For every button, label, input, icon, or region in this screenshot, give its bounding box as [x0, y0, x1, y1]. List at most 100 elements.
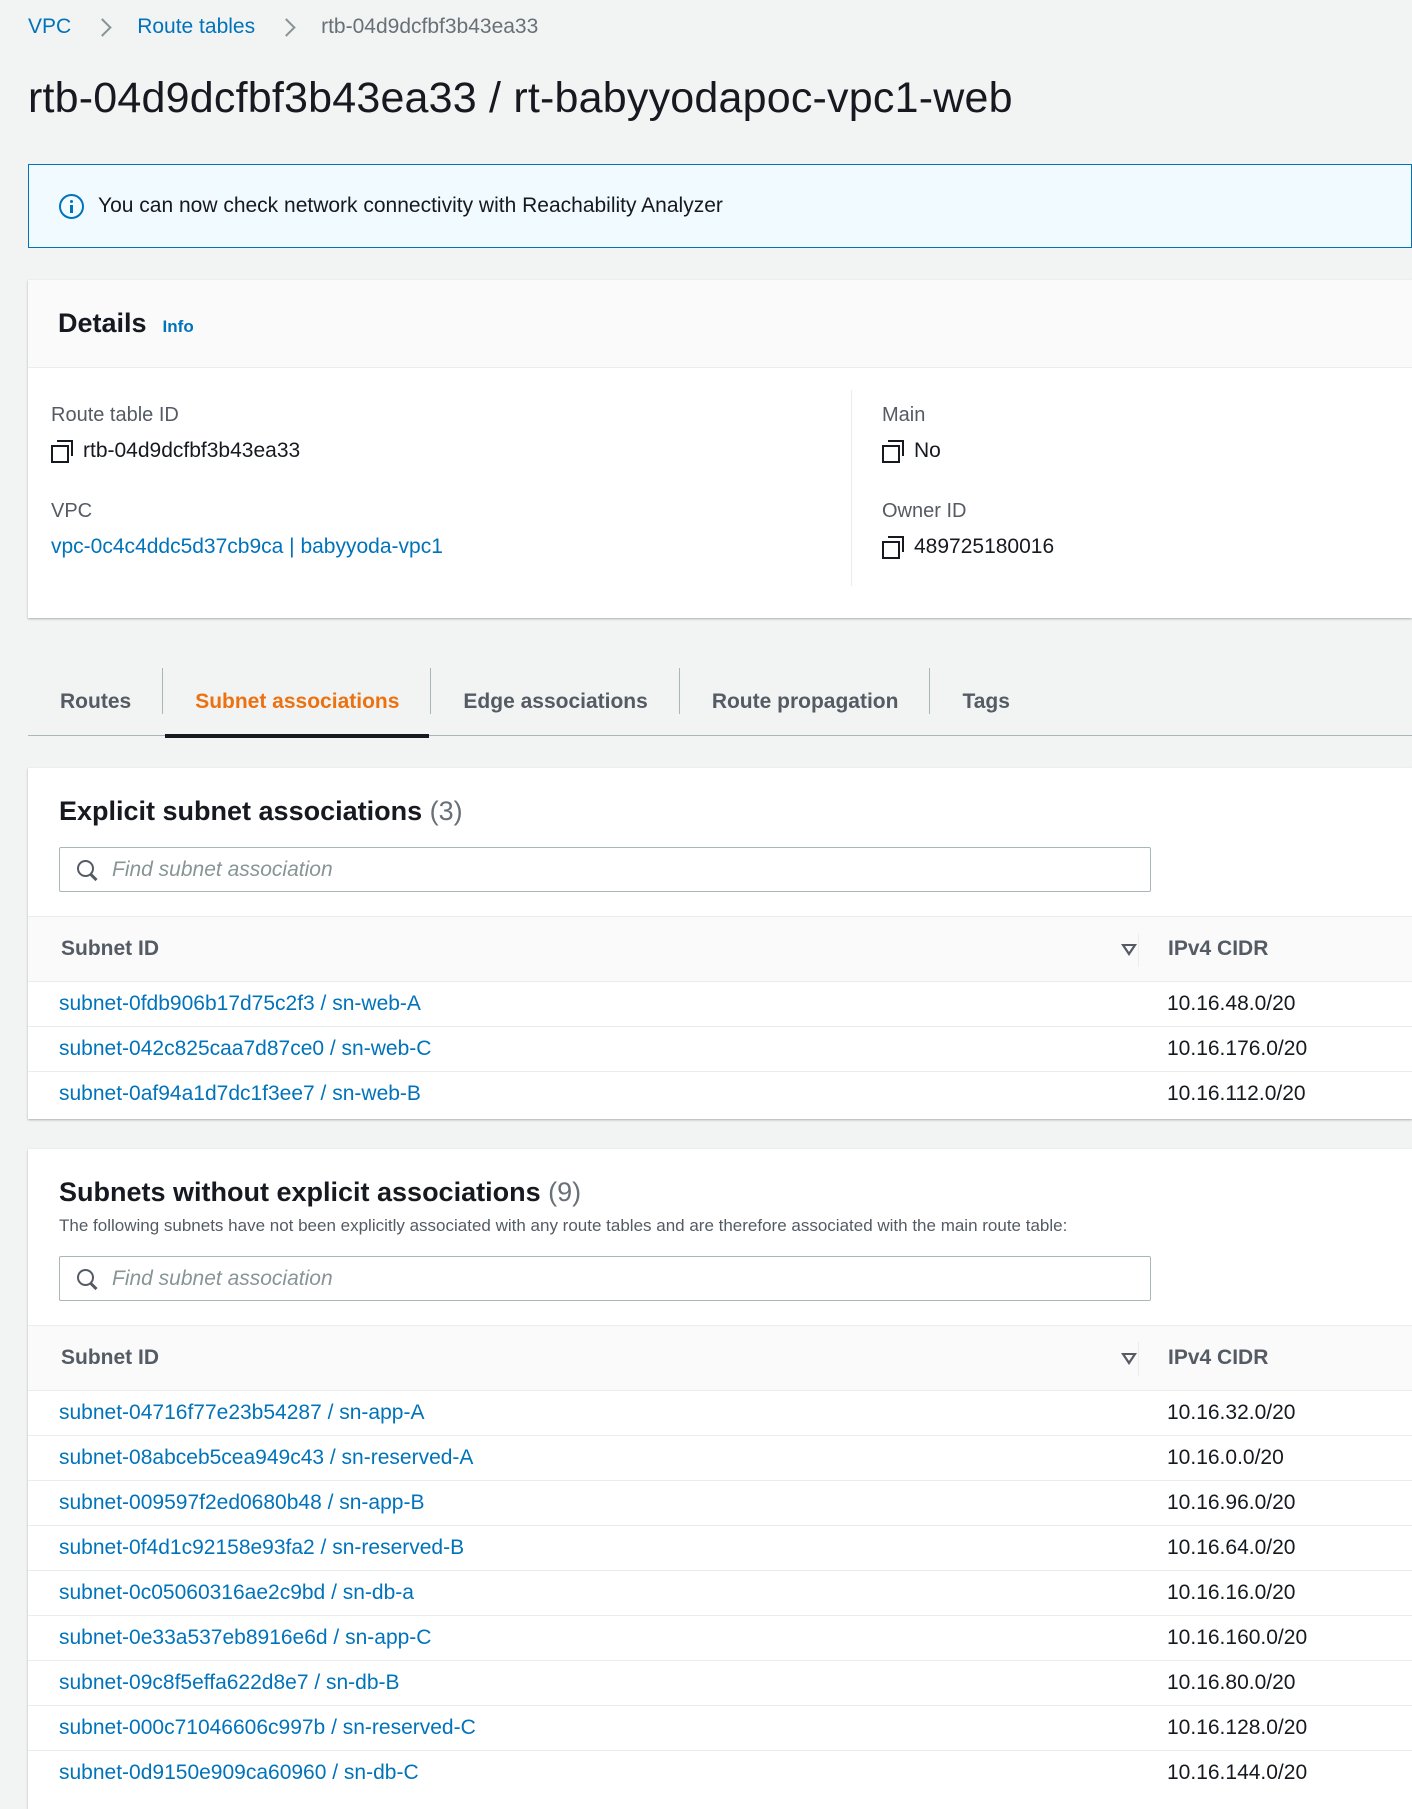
explicit-table-header: Subnet ID IPv4 CIDR [28, 916, 1412, 982]
subnet-link[interactable]: subnet-0e33a537eb8916e6d / sn-app-C [59, 1626, 431, 1650]
column-resizer[interactable] [1138, 933, 1139, 967]
col-ipv4-cidr[interactable]: IPv4 CIDR [1168, 937, 1268, 961]
subnet-link[interactable]: subnet-08abceb5cea949c43 / sn-reserved-A [59, 1446, 473, 1470]
table-row: subnet-04716f77e23b54287 / sn-app-A 10.1… [28, 1391, 1412, 1436]
breadcrumb: VPC Route tables rtb-04d9dcfbf3b43ea33 [28, 12, 538, 42]
col-subnet-id[interactable]: Subnet ID [61, 1346, 159, 1370]
tab-tags[interactable]: Tags [930, 668, 1041, 736]
table-row: subnet-042c825caa7d87ce0 / sn-web-C 10.1… [28, 1027, 1412, 1072]
column-resizer[interactable] [1138, 1342, 1139, 1376]
details-header: Details Info [28, 280, 1412, 368]
table-row: subnet-009597f2ed0680b48 / sn-app-B 10.1… [28, 1481, 1412, 1526]
sort-descending-icon[interactable] [1121, 944, 1137, 956]
owner-id-value-row: 489725180016 [882, 535, 1054, 559]
cidr-value: 10.16.80.0/20 [1167, 1671, 1296, 1694]
subnet-link[interactable]: subnet-042c825caa7d87ce0 / sn-web-C [59, 1037, 431, 1061]
tab-label: Route propagation [711, 690, 899, 713]
breadcrumb-route-tables[interactable]: Route tables [137, 15, 255, 39]
tab-label: Edge associations [463, 690, 648, 713]
main-field: Main No [882, 404, 941, 463]
table-row: subnet-0af94a1d7dc1f3ee7 / sn-web-B 10.1… [28, 1072, 1412, 1117]
cidr-value: 10.16.64.0/20 [1167, 1536, 1296, 1559]
table-row: subnet-08abceb5cea949c43 / sn-reserved-A… [28, 1436, 1412, 1481]
explicit-header: Explicit subnet associations (3) [28, 768, 1412, 892]
explicit-search-input[interactable] [112, 857, 1112, 882]
table-row: subnet-0f4d1c92158e93fa2 / sn-reserved-B… [28, 1526, 1412, 1571]
explicit-count: (3) [429, 796, 463, 826]
tab-routes[interactable]: Routes [28, 668, 164, 736]
chevron-right-icon [89, 12, 119, 42]
flash-message: You can now check network connectivity w… [98, 194, 723, 217]
col-subnet-id[interactable]: Subnet ID [61, 937, 159, 961]
chevron-right-icon [273, 12, 303, 42]
subnet-link[interactable]: subnet-0d9150e909ca60960 / sn-db-C [59, 1761, 419, 1785]
tab-label: Subnet associations [195, 690, 400, 713]
implicit-description: The following subnets have not been expl… [59, 1216, 1068, 1235]
cidr-value: 10.16.144.0/20 [1167, 1761, 1308, 1784]
route-table-id-label: Route table ID [51, 404, 179, 426]
implicit-search-input[interactable] [112, 1266, 1112, 1291]
explicit-title: Explicit subnet associations (3) [59, 796, 1412, 827]
search-icon [76, 859, 98, 881]
subnet-link[interactable]: subnet-009597f2ed0680b48 / sn-app-B [59, 1491, 424, 1515]
vpc-field: VPC vpc-0c4c4ddc5d37cb9ca | babyyoda-vpc… [51, 500, 443, 559]
tab-route-propagation[interactable]: Route propagation [680, 668, 931, 736]
vpc-label: VPC [51, 500, 93, 522]
table-row: subnet-0d9150e909ca60960 / sn-db-C 10.16… [28, 1751, 1412, 1796]
cidr-value: 10.16.32.0/20 [1167, 1401, 1296, 1424]
subnet-link[interactable]: subnet-0c05060316ae2c9bd / sn-db-a [59, 1581, 414, 1605]
implicit-title-text: Subnets without explicit associations [59, 1177, 541, 1207]
search-icon [76, 1268, 98, 1290]
table-row: subnet-0fdb906b17d75c2f3 / sn-web-A 10.1… [28, 982, 1412, 1027]
info-link[interactable]: Info [163, 317, 194, 337]
vpc-link[interactable]: vpc-0c4c4ddc5d37cb9ca | babyyoda-vpc1 [51, 535, 443, 559]
table-row: subnet-000c71046606c997b / sn-reserved-C… [28, 1706, 1412, 1751]
cidr-value: 10.16.16.0/20 [1167, 1581, 1296, 1604]
route-table-id-field: Route table ID rtb-04d9dcfbf3b43ea33 [51, 404, 300, 463]
implicit-associations-panel: Subnets without explicit associations (9… [28, 1149, 1412, 1809]
info-flashbar: You can now check network connectivity w… [28, 164, 1412, 248]
cidr-value: 10.16.128.0/20 [1167, 1716, 1308, 1739]
subnet-link[interactable]: subnet-000c71046606c997b / sn-reserved-C [59, 1716, 476, 1740]
cidr-value: 10.16.176.0/20 [1167, 1037, 1308, 1060]
tab-subnet-associations[interactable]: Subnet associations [163, 668, 432, 738]
copy-icon[interactable] [882, 440, 904, 463]
main-value-row: No [882, 439, 941, 463]
info-icon [59, 193, 84, 219]
route-table-id-value-row: rtb-04d9dcfbf3b43ea33 [51, 439, 300, 463]
copy-icon[interactable] [882, 536, 904, 559]
sort-descending-icon[interactable] [1121, 1353, 1137, 1365]
tab-list: Routes Subnet associations Edge associat… [28, 668, 1412, 738]
owner-id-field: Owner ID 489725180016 [882, 500, 1054, 559]
subnet-link[interactable]: subnet-0f4d1c92158e93fa2 / sn-reserved-B [59, 1536, 464, 1560]
copy-icon[interactable] [51, 440, 73, 463]
explicit-search-box [59, 847, 1151, 892]
cidr-value: 10.16.96.0/20 [1167, 1491, 1296, 1514]
explicit-associations-panel: Explicit subnet associations (3) Subnet … [28, 768, 1412, 1119]
cidr-value: 10.16.0.0/20 [1167, 1446, 1284, 1469]
subnet-link[interactable]: subnet-0fdb906b17d75c2f3 / sn-web-A [59, 992, 421, 1016]
tab-edge-associations[interactable]: Edge associations [431, 668, 680, 736]
cidr-value: 10.16.48.0/20 [1167, 992, 1296, 1015]
col-ipv4-cidr[interactable]: IPv4 CIDR [1168, 1346, 1268, 1370]
explicit-title-text: Explicit subnet associations [59, 796, 423, 826]
explicit-table-body: subnet-0fdb906b17d75c2f3 / sn-web-A 10.1… [28, 982, 1412, 1117]
route-table-id-value: rtb-04d9dcfbf3b43ea33 [83, 439, 301, 462]
cidr-value: 10.16.112.0/20 [1167, 1082, 1306, 1105]
breadcrumb-vpc[interactable]: VPC [28, 15, 71, 39]
subnet-link[interactable]: subnet-04716f77e23b54287 / sn-app-A [59, 1401, 424, 1425]
owner-id-label: Owner ID [882, 500, 967, 522]
implicit-header: Subnets without explicit associations (9… [28, 1149, 1412, 1301]
implicit-search-box [59, 1256, 1151, 1301]
tab-label: Routes [60, 690, 132, 713]
owner-id-value: 489725180016 [914, 535, 1055, 558]
table-row: subnet-0c05060316ae2c9bd / sn-db-a 10.16… [28, 1571, 1412, 1616]
cidr-value: 10.16.160.0/20 [1167, 1626, 1308, 1649]
subnet-link[interactable]: subnet-0af94a1d7dc1f3ee7 / sn-web-B [59, 1082, 421, 1106]
main-label: Main [882, 404, 926, 426]
breadcrumb-current: rtb-04d9dcfbf3b43ea33 [321, 15, 539, 38]
tab-label: Tags [962, 690, 1010, 713]
implicit-table-header: Subnet ID IPv4 CIDR [28, 1325, 1412, 1391]
details-panel: Details Info Route table ID rtb-04d9dcfb… [28, 280, 1412, 618]
subnet-link[interactable]: subnet-09c8f5effa622d8e7 / sn-db-B [59, 1671, 400, 1695]
